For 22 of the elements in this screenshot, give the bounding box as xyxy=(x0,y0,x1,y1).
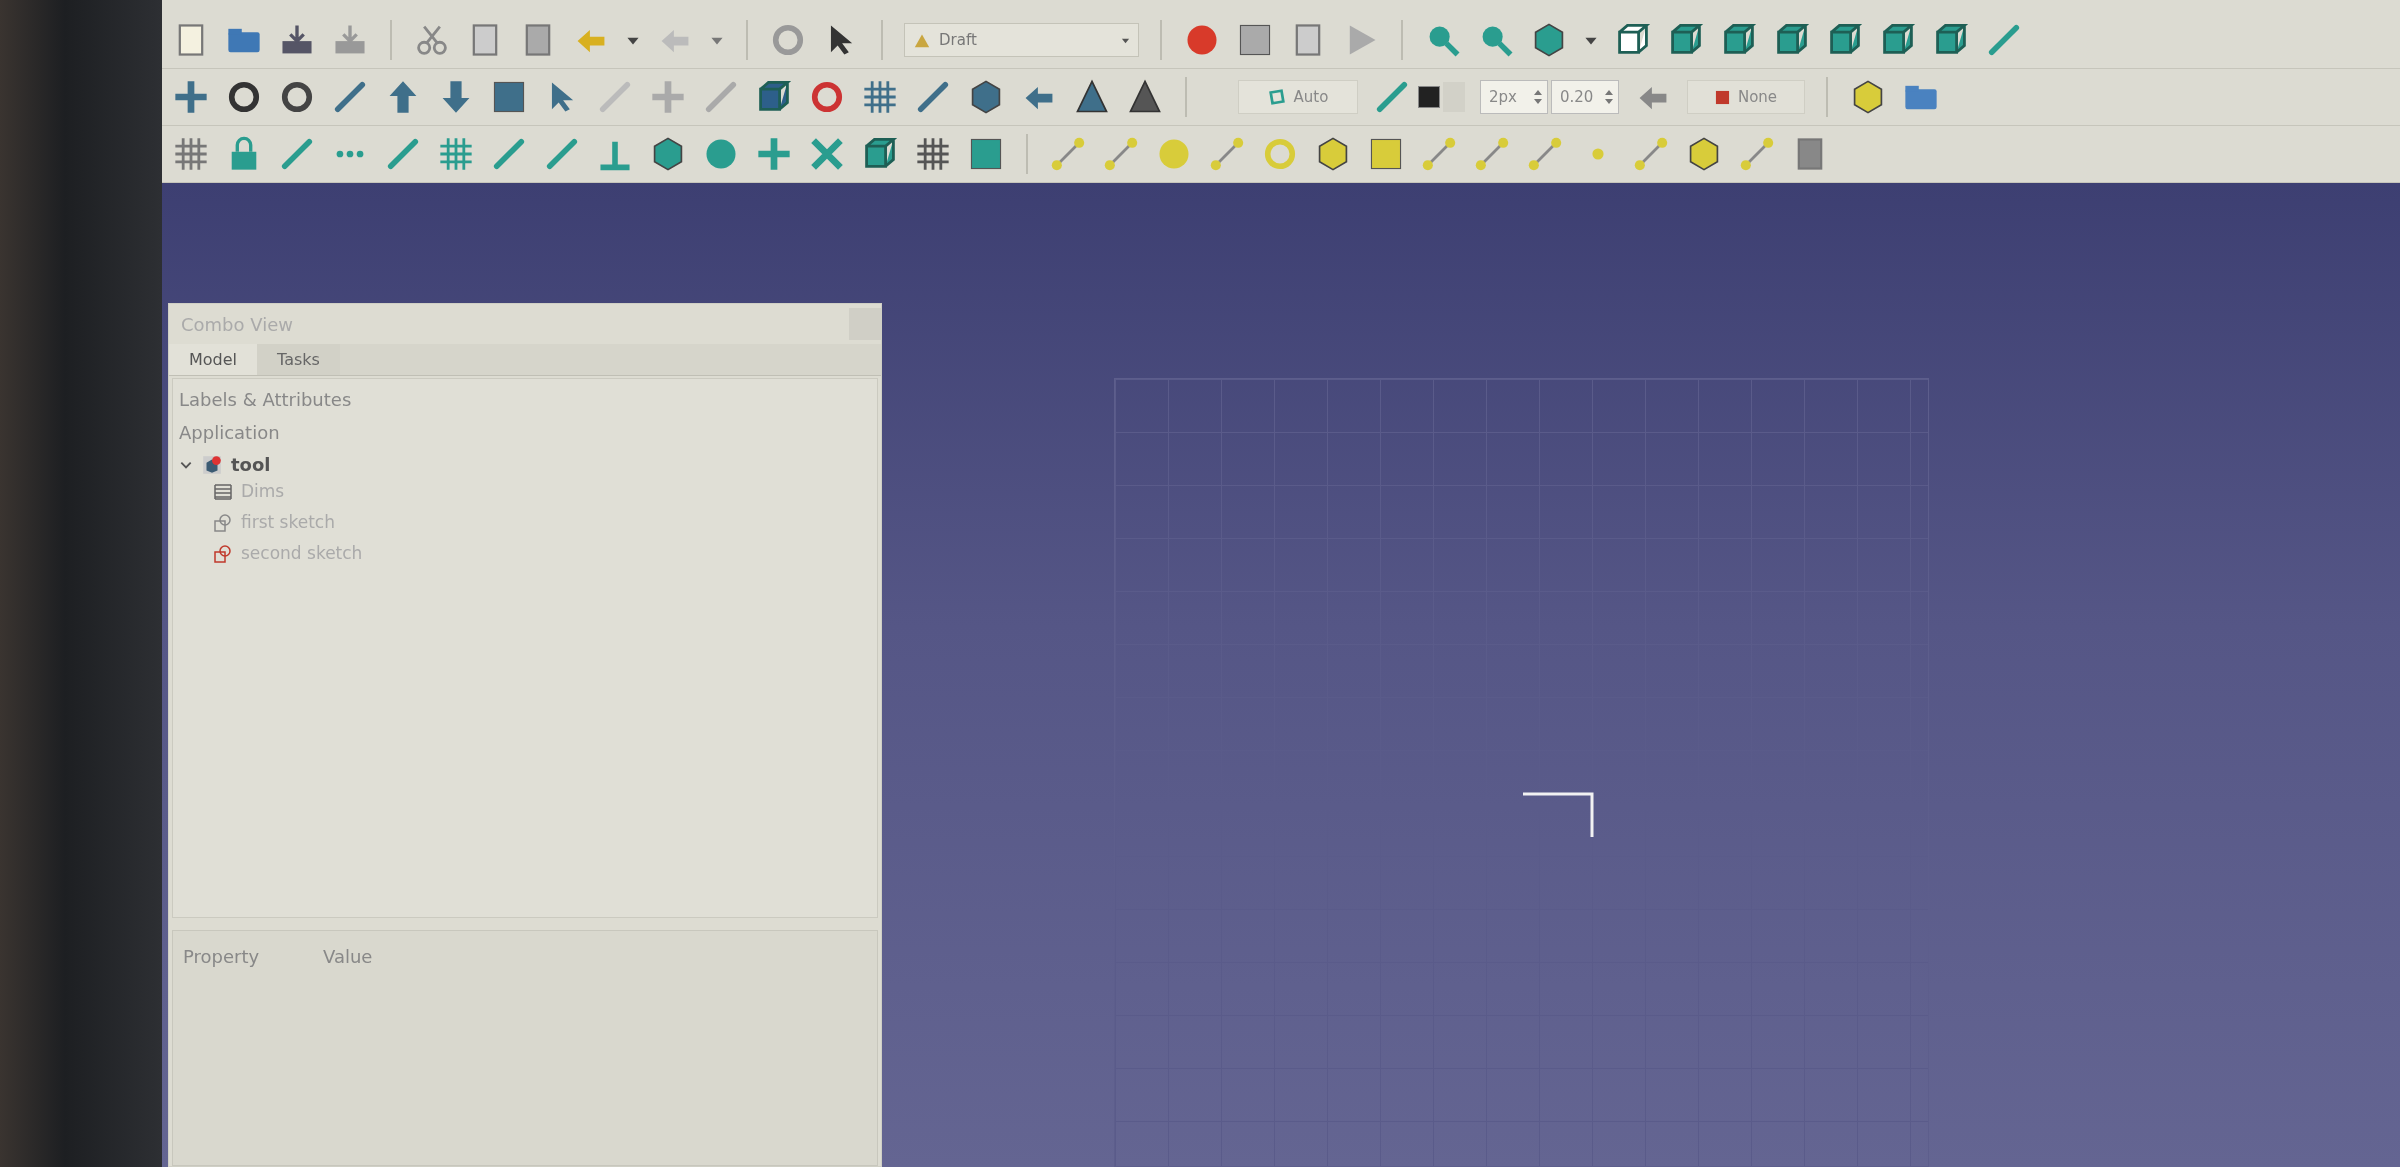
tree-item[interactable]: tool xyxy=(231,451,271,478)
sketch-icon xyxy=(213,512,233,533)
column-header: Value xyxy=(323,945,374,969)
group-button[interactable]: None xyxy=(1687,80,1805,114)
document-icon xyxy=(201,453,223,476)
tree-section-label: Application xyxy=(179,421,281,445)
panel-tab[interactable]: Model xyxy=(169,344,258,375)
group-icon xyxy=(1714,89,1730,105)
working-plane-button[interactable]: Auto xyxy=(1238,80,1358,114)
column-header: Property xyxy=(183,945,261,969)
move-arrows-icon[interactable] xyxy=(172,78,210,116)
line-color-swatch[interactable] xyxy=(1418,86,1440,108)
grid-icon[interactable] xyxy=(172,135,210,173)
workbench-dropdown[interactable]: Draft xyxy=(904,23,1139,57)
plane-icon xyxy=(1267,88,1286,106)
tree-header: Labels & Attributes xyxy=(179,388,353,412)
panel-tab[interactable]: Tasks xyxy=(257,344,340,375)
spin-box[interactable]: 0.20 xyxy=(1551,80,1619,114)
table-icon xyxy=(213,481,233,502)
workbench-label: Draft xyxy=(939,29,978,51)
spin-box[interactable]: 2px xyxy=(1480,80,1548,114)
sketch-icon xyxy=(213,543,233,564)
